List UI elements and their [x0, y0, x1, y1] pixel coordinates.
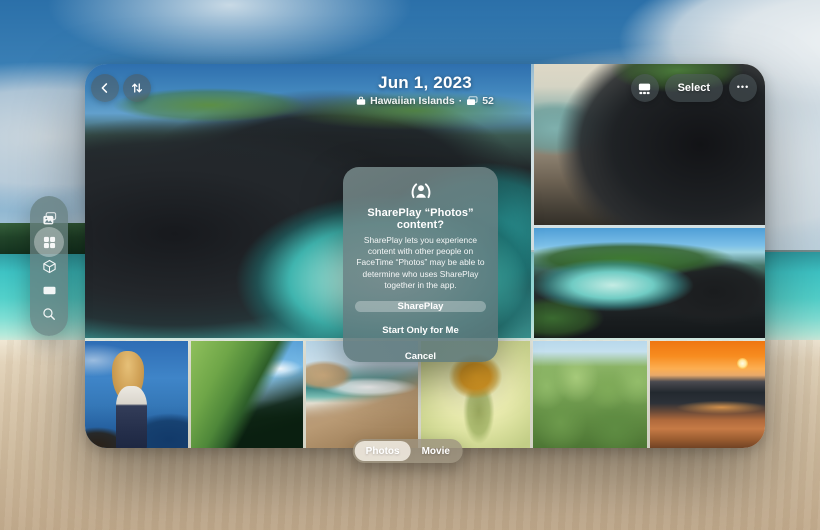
chevron-left-icon — [98, 81, 112, 95]
dialog-title: SharePlay “Photos” content? — [343, 207, 498, 231]
tab-spatial[interactable] — [38, 255, 60, 277]
beach-environment: Jun 1, 2023 Hawaiian Islands · 52 — [0, 0, 820, 530]
photo-thumbnail[interactable] — [191, 341, 303, 448]
select-button[interactable]: Select — [665, 74, 723, 102]
cube-icon — [42, 259, 57, 274]
tab-albums[interactable] — [38, 231, 60, 253]
search-icon — [42, 307, 56, 321]
memory-photo-count: 52 — [482, 95, 494, 107]
albums-grid-icon — [43, 236, 56, 249]
dialog-body: SharePlay lets you experience content wi… — [343, 235, 498, 291]
subtitle-separator: · — [459, 95, 463, 107]
header-right-controls: Select ••• — [631, 74, 757, 102]
grid-view-button[interactable] — [631, 74, 659, 102]
suitcase-icon — [356, 96, 366, 106]
cancel-button[interactable]: Cancel — [405, 351, 436, 362]
photo-right-bottom[interactable] — [534, 228, 765, 338]
photo-thumbnail[interactable] — [85, 341, 188, 448]
shareplay-icon — [406, 179, 436, 200]
photo-thumbnail[interactable] — [533, 341, 647, 448]
more-button[interactable]: ••• — [729, 74, 757, 102]
tab-bar — [30, 196, 68, 336]
ellipsis-icon: ••• — [737, 83, 749, 93]
grid-view-icon — [637, 81, 652, 96]
mode-option-movie[interactable]: Movie — [411, 441, 461, 461]
window-header: Jun 1, 2023 Hawaiian Islands · 52 — [85, 64, 765, 128]
tab-memories[interactable] — [38, 279, 60, 301]
mode-option-photos[interactable]: Photos — [355, 441, 411, 461]
back-button[interactable] — [91, 74, 119, 102]
photos-stack-icon — [42, 211, 57, 226]
memories-card-icon — [42, 283, 57, 298]
photo-stack-icon — [466, 96, 478, 106]
shareplay-confirm-button[interactable]: SharePlay — [355, 301, 486, 312]
tab-search[interactable] — [38, 303, 60, 325]
sort-button[interactable] — [123, 74, 151, 102]
shareplay-dialog: SharePlay “Photos” content? SharePlay le… — [343, 167, 498, 362]
photo-thumbnail[interactable] — [650, 341, 765, 448]
memory-location: Hawaiian Islands — [370, 95, 455, 107]
up-down-arrows-icon — [130, 81, 144, 95]
tab-photos[interactable] — [38, 207, 60, 229]
start-only-for-me-button[interactable]: Start Only for Me — [382, 325, 459, 336]
mode-switch: Photos Movie — [353, 439, 463, 463]
